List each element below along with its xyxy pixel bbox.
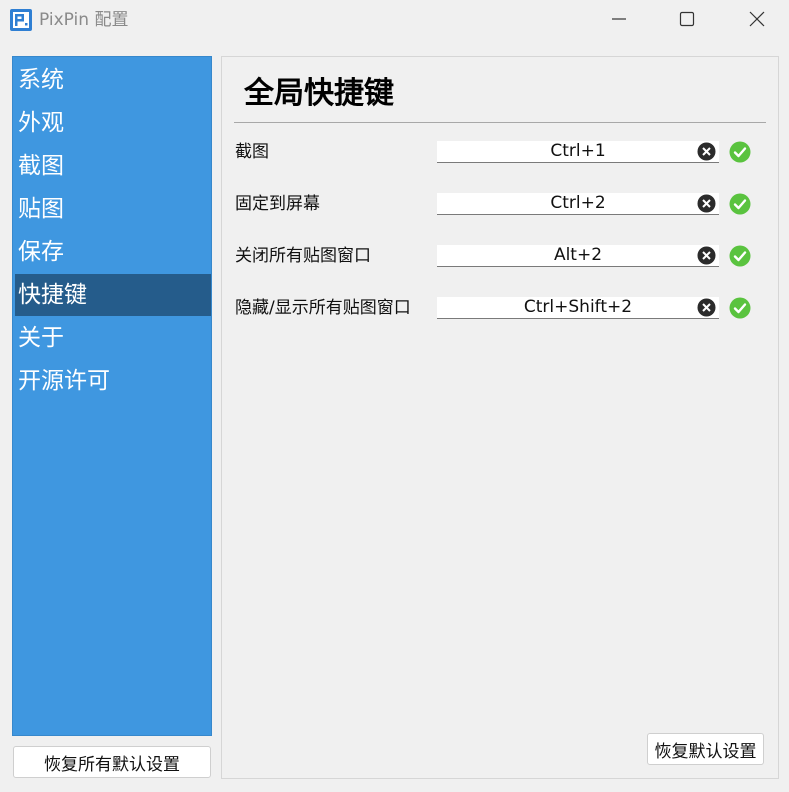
restore-default-button[interactable]: 恢复默认设置 xyxy=(647,733,764,765)
title-bar: PixPin 配置 xyxy=(0,0,789,42)
shortcut-key-value: Ctrl+2 xyxy=(550,193,606,213)
shortcut-label: 固定到屏幕 xyxy=(235,194,320,214)
shortcut-label: 截图 xyxy=(235,142,269,162)
clear-icon[interactable] xyxy=(697,142,716,161)
page-title: 全局快捷键 xyxy=(244,76,394,111)
shortcut-row: 固定到屏幕 Ctrl+2 xyxy=(222,186,778,222)
shortcut-key-field[interactable]: Ctrl+2 xyxy=(437,193,719,215)
shortcut-label: 隐藏/显示所有贴图窗口 xyxy=(235,298,411,318)
shortcut-row: 隐藏/显示所有贴图窗口 Ctrl+Shift+2 xyxy=(222,290,778,326)
check-circle-icon xyxy=(729,193,751,215)
sidebar-item-screenshot[interactable]: 截图 xyxy=(15,145,211,187)
check-circle-icon xyxy=(729,141,751,163)
clear-icon[interactable] xyxy=(697,298,716,317)
sidebar-item-appearance[interactable]: 外观 xyxy=(15,102,211,144)
sidebar-item-pin[interactable]: 贴图 xyxy=(15,188,211,230)
shortcut-key-field[interactable]: Ctrl+Shift+2 xyxy=(437,297,719,319)
shortcut-key-field[interactable]: Alt+2 xyxy=(437,245,719,267)
shortcut-row: 关闭所有贴图窗口 Alt+2 xyxy=(222,238,778,274)
shortcut-label: 关闭所有贴图窗口 xyxy=(235,246,371,266)
clear-icon[interactable] xyxy=(697,194,716,213)
sidebar-item-about[interactable]: 关于 xyxy=(15,317,211,359)
sidebar-item-licenses[interactable]: 开源许可 xyxy=(15,360,211,402)
minimize-button[interactable] xyxy=(587,0,651,42)
clear-icon[interactable] xyxy=(697,246,716,265)
restore-all-defaults-button[interactable]: 恢复所有默认设置 xyxy=(13,746,211,778)
pixpin-logo-icon xyxy=(10,9,32,31)
sidebar-item-save[interactable]: 保存 xyxy=(15,231,211,273)
shortcut-key-value: Ctrl+Shift+2 xyxy=(523,297,633,317)
close-icon xyxy=(749,11,765,31)
shortcut-key-field[interactable]: Ctrl+1 xyxy=(437,141,719,163)
title-divider xyxy=(234,122,766,123)
maximize-button[interactable] xyxy=(655,0,719,42)
check-circle-icon xyxy=(729,297,751,319)
minimize-icon xyxy=(611,11,627,31)
window-title: PixPin 配置 xyxy=(39,10,129,30)
check-circle-icon xyxy=(729,245,751,267)
sidebar-nav: 系统 外观 截图 贴图 保存 快捷键 关于 开源许可 xyxy=(12,56,212,736)
shortcut-key-value: Alt+2 xyxy=(553,245,603,265)
shortcut-row: 截图 Ctrl+1 xyxy=(222,134,778,170)
maximize-icon xyxy=(679,11,695,31)
content-panel: 全局快捷键 截图 Ctrl+1 固定到屏幕 Ctrl+2 关闭所有贴图窗口 Al… xyxy=(221,56,779,779)
sidebar-item-system[interactable]: 系统 xyxy=(15,59,211,101)
sidebar-item-shortcuts[interactable]: 快捷键 xyxy=(15,274,211,316)
shortcut-key-value: Ctrl+1 xyxy=(550,141,606,161)
close-button[interactable] xyxy=(725,0,789,42)
